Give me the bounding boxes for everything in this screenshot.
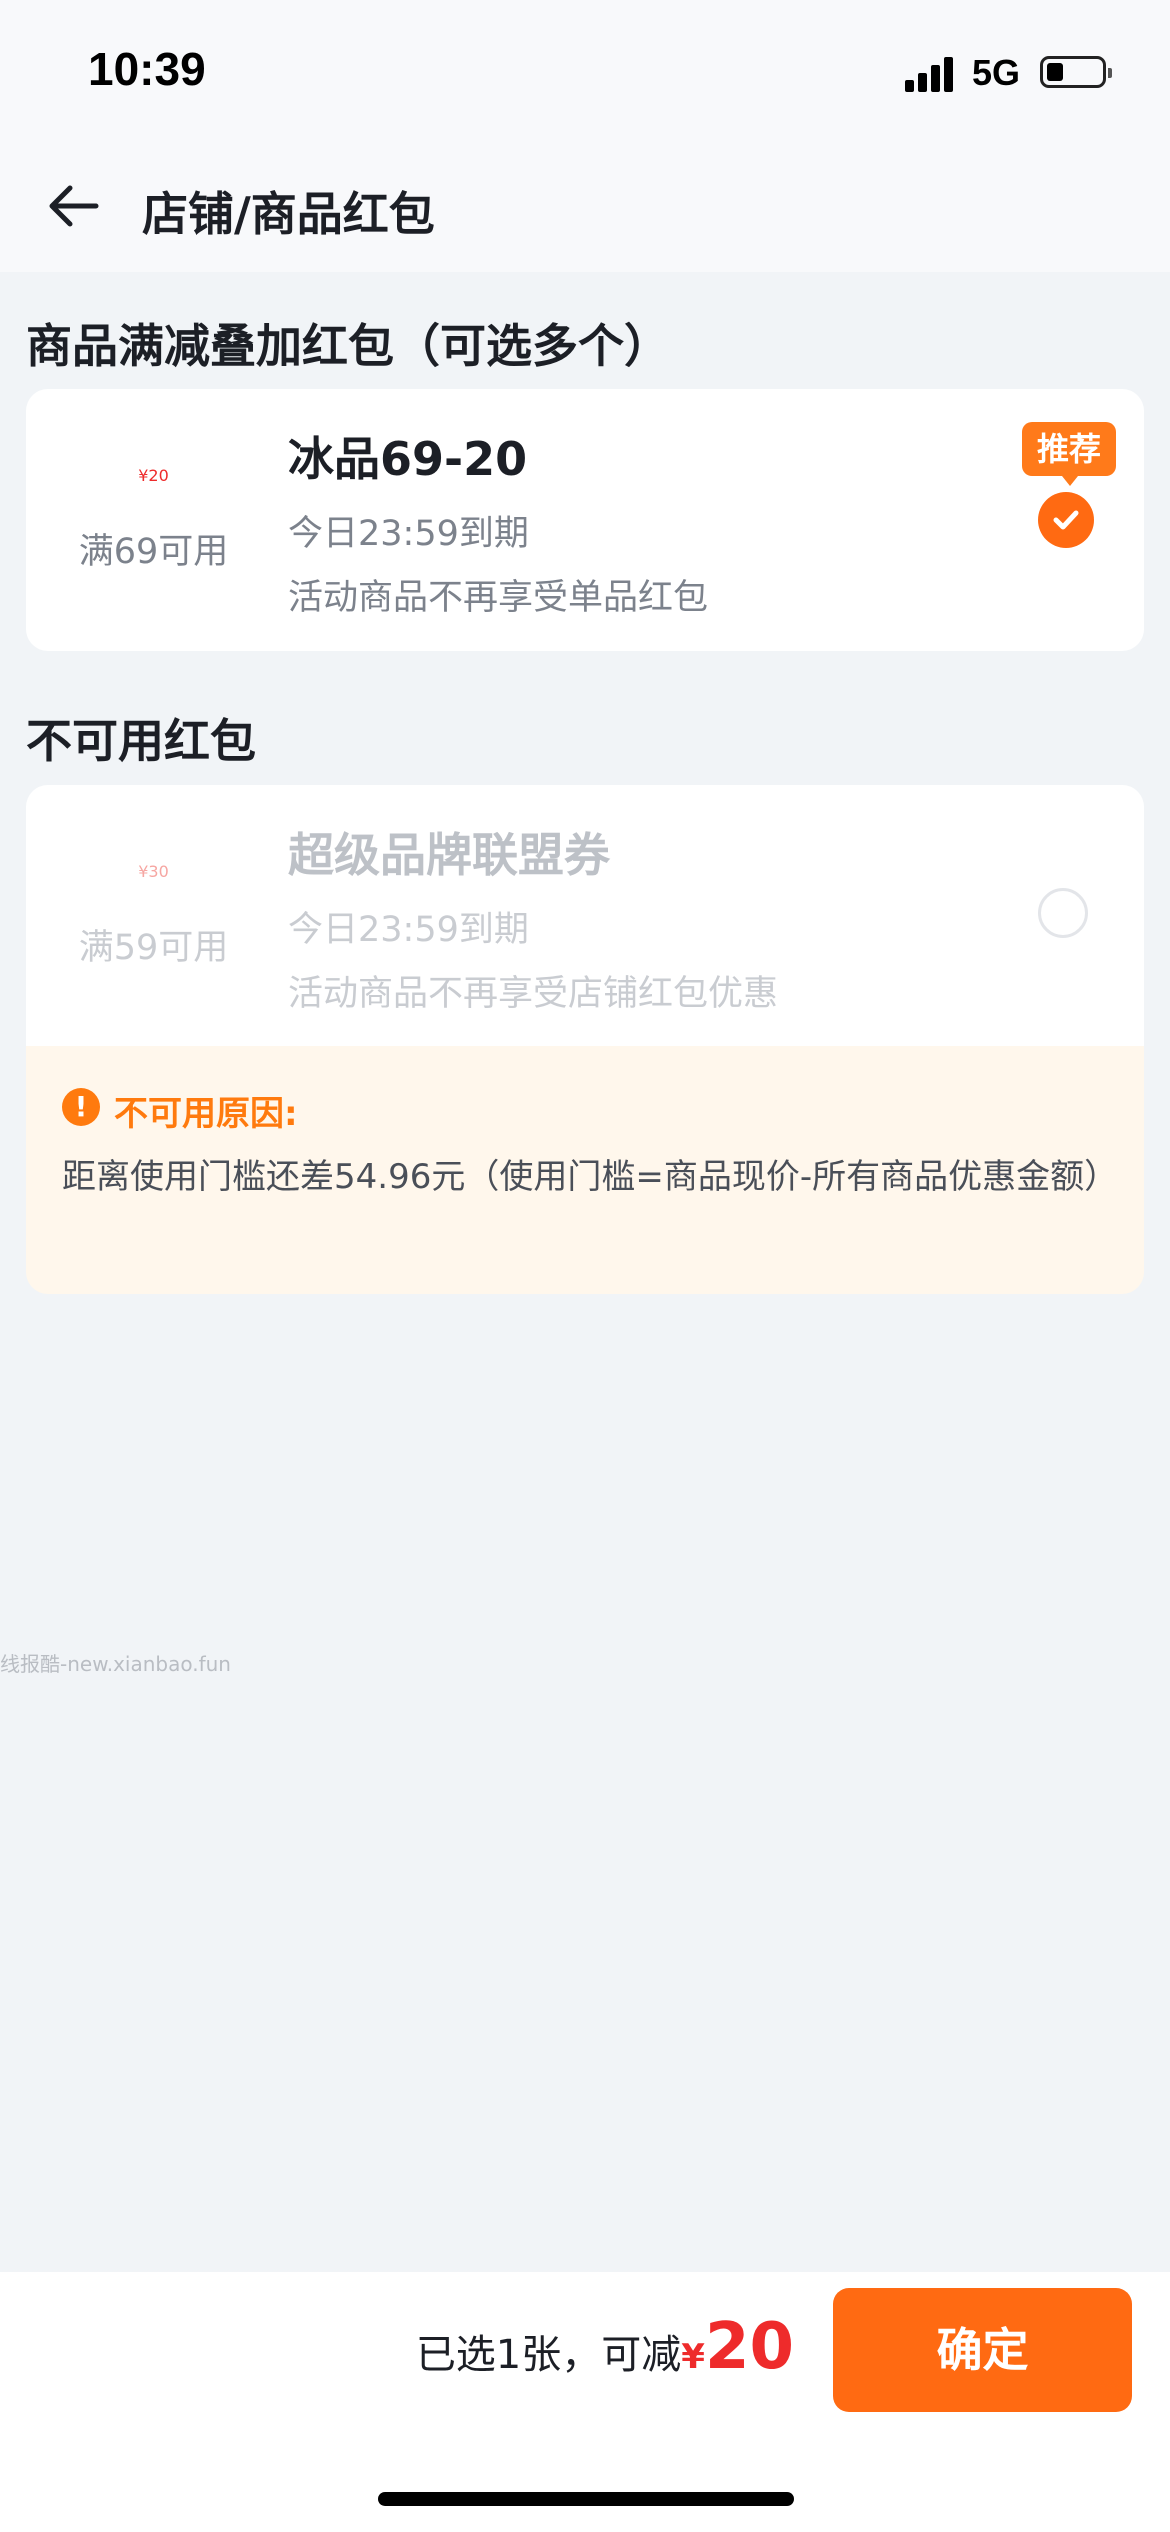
coupon-name: 冰品69-20: [288, 432, 528, 486]
unavailable-section-title: 不可用红包: [26, 714, 256, 768]
coupon-amount: ¥20: [138, 466, 169, 485]
confirm-button[interactable]: 确定: [833, 2288, 1132, 2412]
page-title: 店铺/商品红包: [142, 187, 435, 241]
coupon-amount: ¥30: [138, 862, 169, 881]
summary-text: 已选1张，可减: [415, 2332, 682, 2378]
selection-summary: 已选1张，可减¥20: [416, 2310, 794, 2400]
reason-title: 不可用原因:: [114, 1094, 298, 1134]
alert-icon: !: [62, 1088, 100, 1126]
selected-check-icon[interactable]: [1038, 492, 1094, 548]
unavailable-reason-box: ! 不可用原因: 距离使用门槛还差54.96元（使用门槛=商品现价-所有商品优惠…: [26, 1046, 1144, 1294]
coupon-name: 超级品牌联盟券: [288, 828, 610, 882]
status-time: 10:39: [88, 43, 206, 95]
recommended-badge: 推荐: [1022, 422, 1116, 486]
coupon-expiry: 今日23:59到期: [288, 514, 529, 554]
network-label: 5G: [972, 52, 1021, 93]
available-section-title: 商品满减叠加红包（可选多个）: [26, 319, 670, 373]
unselected-radio: [1038, 888, 1088, 938]
coupon-note: 活动商品不再享受单品红包: [288, 578, 709, 618]
signal-icon: [905, 56, 957, 92]
battery-icon: [1040, 56, 1112, 88]
coupon-expiry: 今日23:59到期: [288, 910, 529, 950]
summary-currency: ¥: [681, 2337, 705, 2377]
coupon-threshold: 满69可用: [78, 532, 229, 572]
watermark: 线报酷-new.xianbao.fun: [0, 1652, 231, 1676]
reason-text: 距离使用门槛还差54.96元（使用门槛=商品现价-所有商品优惠金额）: [62, 1157, 1119, 1197]
back-arrow-icon[interactable]: [44, 176, 104, 236]
coupon-threshold: 满59可用: [78, 928, 229, 968]
coupon-card-available[interactable]: ¥20 满69可用 冰品69-20 今日23:59到期 活动商品不再享受单品红包: [26, 389, 1144, 651]
coupon-card-unavailable: ¥30 满59可用 超级品牌联盟券 今日23:59到期 活动商品不再享受店铺红包…: [26, 785, 1144, 1047]
coupon-note: 活动商品不再享受店铺红包优惠: [288, 974, 779, 1014]
home-indicator[interactable]: [378, 2492, 794, 2506]
summary-discount: 20: [704, 2310, 794, 2384]
